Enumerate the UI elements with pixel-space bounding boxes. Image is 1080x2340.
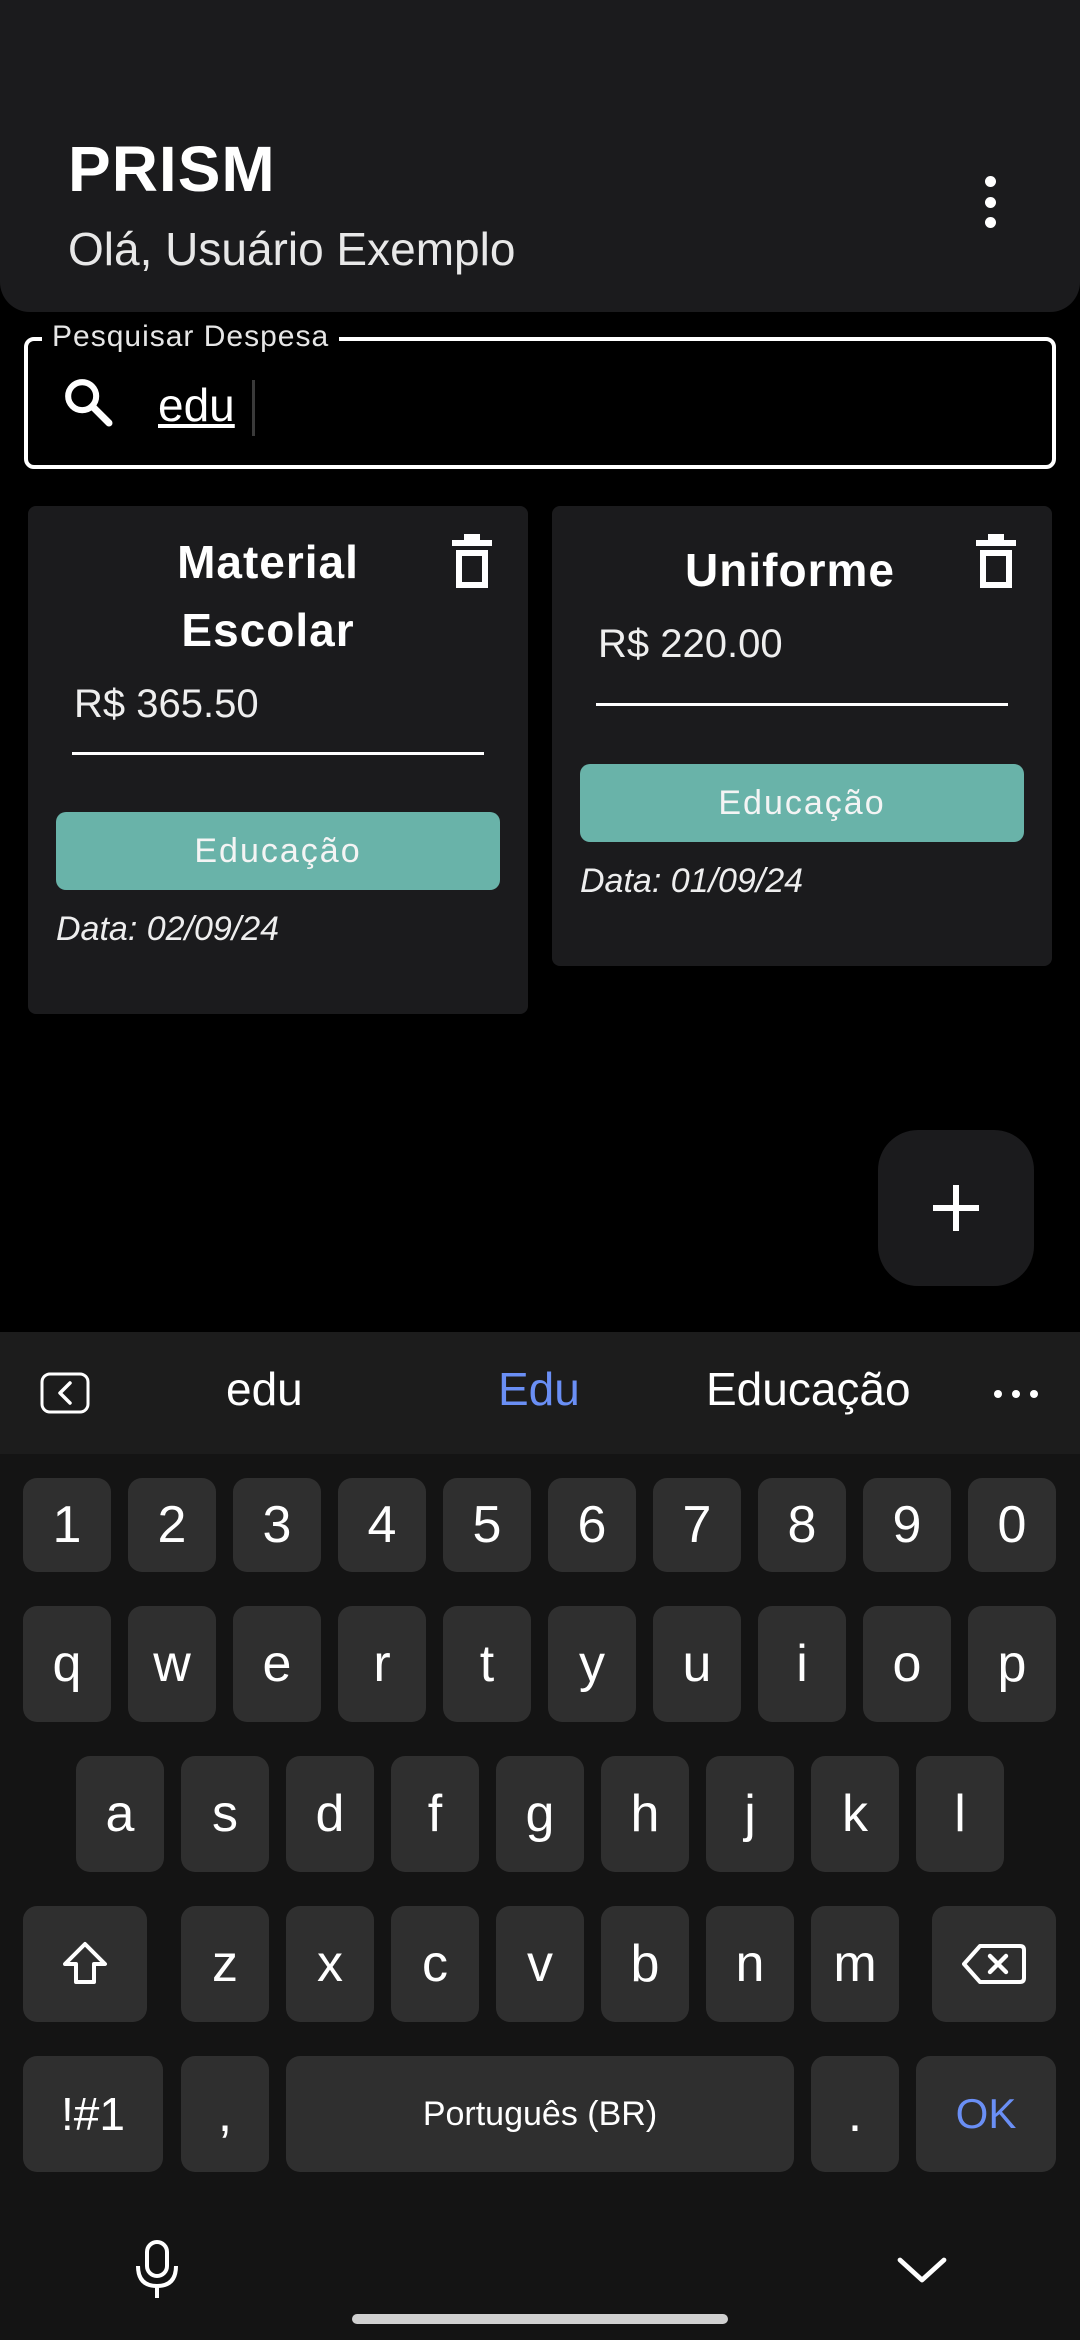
search-label: Pesquisar Despesa <box>42 320 340 354</box>
key[interactable]: h <box>601 1756 689 1872</box>
backspace-icon <box>962 1944 1026 1984</box>
expense-title: Material Escolar <box>177 536 359 656</box>
key[interactable]: 7 <box>653 1478 741 1572</box>
key[interactable]: p <box>968 1606 1056 1722</box>
key[interactable]: 3 <box>233 1478 321 1572</box>
search-icon <box>65 379 113 427</box>
key[interactable]: t <box>443 1606 531 1722</box>
shift-icon <box>63 1942 107 1984</box>
key[interactable]: 9 <box>863 1478 951 1572</box>
key[interactable]: q <box>23 1606 111 1722</box>
key[interactable]: b <box>601 1906 689 2022</box>
key[interactable]: i <box>758 1606 846 1722</box>
expense-title: Uniforme <box>685 544 895 596</box>
key[interactable]: a <box>76 1756 164 1872</box>
key[interactable]: 2 <box>128 1478 216 1572</box>
microphone-icon[interactable] <box>134 2240 180 2300</box>
key[interactable]: o <box>863 1606 951 1722</box>
expense-date: Data: 01/09/24 <box>580 862 804 900</box>
key[interactable]: g <box>496 1756 584 1872</box>
expense-price: R$ 220.00 <box>598 622 783 666</box>
expense-date: Data: 02/09/24 <box>56 910 280 948</box>
key[interactable]: n <box>706 1906 794 2022</box>
collapse-back-icon[interactable] <box>40 1372 90 1414</box>
key[interactable]: e <box>233 1606 321 1722</box>
key[interactable]: 6 <box>548 1478 636 1572</box>
key[interactable]: u <box>653 1606 741 1722</box>
period-key[interactable]: . <box>811 2056 899 2172</box>
ok-key[interactable]: OK <box>916 2056 1056 2172</box>
navigation-handle[interactable] <box>352 2314 728 2324</box>
key[interactable]: 1 <box>23 1478 111 1572</box>
key[interactable]: 0 <box>968 1478 1056 1572</box>
comma-key[interactable]: , <box>181 2056 269 2172</box>
shift-key[interactable] <box>23 1906 147 2022</box>
symbols-key[interactable]: !#1 <box>23 2056 163 2172</box>
key[interactable]: m <box>811 1906 899 2022</box>
key[interactable]: w <box>128 1606 216 1722</box>
key[interactable]: 4 <box>338 1478 426 1572</box>
key[interactable]: 5 <box>443 1478 531 1572</box>
key[interactable]: d <box>286 1756 374 1872</box>
greeting-text: Olá, Usuário Exemplo <box>68 223 516 275</box>
add-expense-button[interactable] <box>878 1130 1034 1286</box>
key[interactable]: z <box>181 1906 269 2022</box>
key[interactable]: l <box>916 1756 1004 1872</box>
suggestion-item[interactable]: edu <box>226 1362 303 1416</box>
suggestion-item[interactable]: Educação <box>706 1362 911 1416</box>
key[interactable]: r <box>338 1606 426 1722</box>
key[interactable]: k <box>811 1756 899 1872</box>
key[interactable]: c <box>391 1906 479 2022</box>
trash-icon[interactable] <box>974 534 1018 590</box>
space-key[interactable]: Português (BR) <box>286 2056 794 2172</box>
app-title: PRISM <box>68 133 276 205</box>
suggestion-item[interactable]: Edu <box>498 1362 580 1416</box>
more-suggestions-icon[interactable] <box>994 1390 1038 1400</box>
text-cursor <box>252 380 255 436</box>
expense-price: R$ 365.50 <box>74 682 259 726</box>
category-button[interactable]: Educação <box>56 812 500 890</box>
backspace-key[interactable] <box>932 1906 1056 2022</box>
divider <box>596 703 1008 706</box>
trash-icon[interactable] <box>450 534 494 590</box>
key[interactable]: y <box>548 1606 636 1722</box>
plus-icon <box>933 1185 979 1231</box>
search-input[interactable]: edu <box>158 378 235 432</box>
key[interactable]: s <box>181 1756 269 1872</box>
more-options-icon[interactable] <box>964 170 1016 234</box>
chevron-down-icon[interactable] <box>896 2254 948 2286</box>
key[interactable]: v <box>496 1906 584 2022</box>
key[interactable]: j <box>706 1756 794 1872</box>
key[interactable]: 8 <box>758 1478 846 1572</box>
key[interactable]: f <box>391 1756 479 1872</box>
key[interactable]: x <box>286 1906 374 2022</box>
category-button[interactable]: Educação <box>580 764 1024 842</box>
divider <box>72 752 484 755</box>
